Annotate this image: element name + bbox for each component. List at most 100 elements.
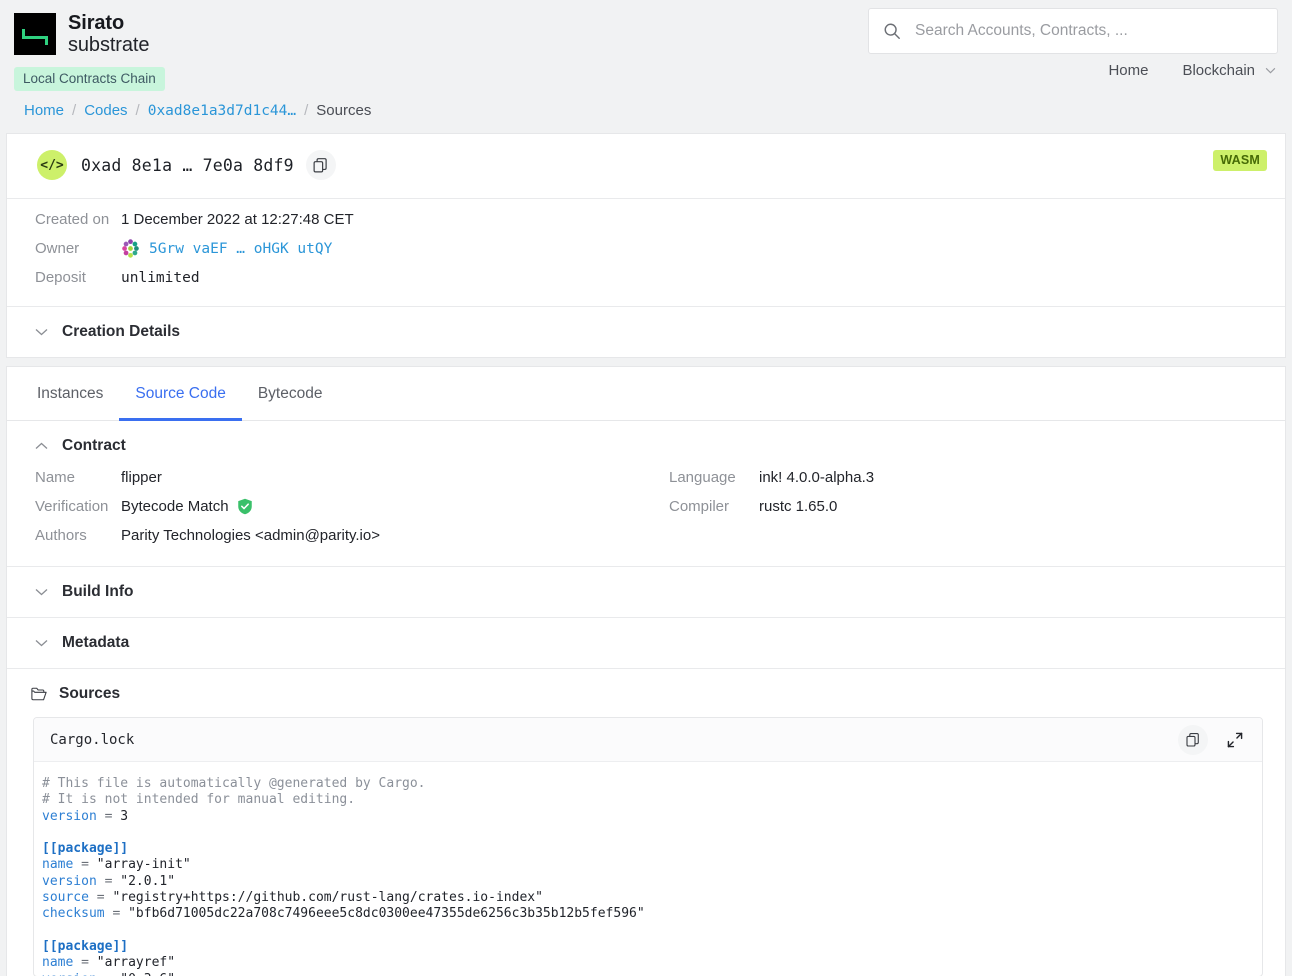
search-bar[interactable] <box>868 8 1278 54</box>
wasm-badge: WASM <box>1213 150 1267 171</box>
detail-row-owner: Owner 5Grw vaEF … oHGK utQY <box>35 234 1285 263</box>
source-code-content[interactable]: # This file is automatically @generated … <box>34 762 1262 976</box>
contract-info-left: Name flipper Verification Bytecode Match… <box>7 463 647 550</box>
breadcrumb-item-sources: Sources <box>316 102 372 119</box>
code-line: # It is not intended for manual editing. <box>42 792 356 808</box>
accordion-label: Contract <box>62 437 126 454</box>
detail-key: Owner <box>35 240 80 257</box>
brand-subtitle: substrate <box>68 34 150 57</box>
code-brackets-icon: </> <box>37 150 67 180</box>
contract-row-name: Name flipper <box>35 463 647 492</box>
code-header: </> 0xad 8e1a … 7e0a 8df9 WASM <box>7 134 1285 198</box>
contract-value-language: ink! 4.0.0-alpha.3 <box>759 469 875 486</box>
detail-row-created-on: Created on 1 December 2022 at 12:27:48 C… <box>35 205 1285 234</box>
breadcrumb-item-codes[interactable]: Codes <box>84 102 127 119</box>
breadcrumb-item-home[interactable]: Home <box>24 102 64 119</box>
source-file-name: Cargo.lock <box>50 731 135 748</box>
sirato-bracket-logo-icon <box>14 13 56 55</box>
contract-key: Verification <box>35 498 109 515</box>
code-line: version = "2.0.1" <box>42 873 176 889</box>
breadcrumb-separator: / <box>304 102 309 119</box>
chevron-up-icon <box>35 442 48 449</box>
copy-icon <box>1186 732 1199 747</box>
chain-chip[interactable]: Local Contracts Chain <box>14 66 165 91</box>
breadcrumb-item-code-hash[interactable]: 0xad8e1a3d7d1c44… <box>148 103 296 119</box>
polkadot-identicon <box>121 239 140 258</box>
chevron-down-icon <box>35 329 48 336</box>
code-line: # This file is automatically @generated … <box>42 776 426 791</box>
tab-bytecode[interactable]: Bytecode <box>242 367 339 421</box>
accordion-label: Metadata <box>62 634 130 651</box>
nav-item-home[interactable]: Home <box>1108 62 1148 79</box>
accordion-build-info[interactable]: Build Info <box>7 567 1285 617</box>
accordion-label: Build Info <box>62 583 134 600</box>
brand-name: Sirato <box>68 12 125 34</box>
contract-row-authors: Authors Parity Technologies <admin@parit… <box>35 521 647 550</box>
accordion-creation-details[interactable]: Creation Details <box>7 307 1285 357</box>
source-file-panel: Cargo.lock # This file is automatically … <box>33 717 1263 976</box>
code-summary-card: </> 0xad 8e1a … 7e0a 8df9 WASM Created o… <box>6 133 1286 358</box>
tab-instances[interactable]: Instances <box>21 367 119 421</box>
copy-icon <box>313 157 328 172</box>
breadcrumb: Home / Codes / 0xad8e1a3d7d1c44… / Sourc… <box>0 96 1292 133</box>
accordion-metadata[interactable]: Metadata <box>7 618 1285 668</box>
tab-bar: Instances Source Code Bytecode <box>7 367 1285 421</box>
breadcrumb-separator: / <box>72 102 77 119</box>
contract-key: Compiler <box>669 498 730 515</box>
contract-value-authors: Parity Technologies <admin@parity.io> <box>121 527 380 544</box>
code-line: [[package]] <box>42 938 129 954</box>
detail-key: Deposit <box>35 269 86 286</box>
code-line: [[package]] <box>42 841 129 857</box>
verification-text: Bytecode Match <box>121 498 229 515</box>
chevron-down-icon <box>1265 67 1276 74</box>
contract-info-grid: Name flipper Verification Bytecode Match… <box>7 463 1285 566</box>
search-icon <box>884 23 900 39</box>
top-navigation: Home Blockchain <box>1108 62 1276 79</box>
code-line: name = "array-init" <box>42 857 191 873</box>
code-line: version = 3 <box>42 808 129 824</box>
chevron-down-icon <box>35 640 48 647</box>
accordion-contract[interactable]: Contract <box>7 421 1285 463</box>
verified-shield-icon <box>237 498 252 515</box>
nav-item-blockchain-label: Blockchain <box>1182 62 1255 79</box>
contract-row-verification: Verification Bytecode Match <box>35 492 647 521</box>
source-file-header: Cargo.lock <box>34 718 1262 762</box>
detail-value-owner: 5Grw vaEF … oHGK utQY <box>121 239 332 258</box>
sources-section-header: Sources <box>7 669 1285 717</box>
accordion-label: Creation Details <box>62 323 181 340</box>
expand-source-button[interactable] <box>1220 725 1250 755</box>
contract-key: Name <box>35 469 76 486</box>
contract-value-verification: Bytecode Match <box>121 498 253 515</box>
detail-value-created-on: 1 December 2022 at 12:27:48 CET <box>121 211 354 228</box>
top-bar: Sirato substrate Local Contracts Chain H… <box>0 0 1292 96</box>
code-line: source = "registry+https://github.com/ru… <box>42 890 543 906</box>
contract-row-language: Language ink! 4.0.0-alpha.3 <box>669 463 1285 492</box>
contract-key: Language <box>669 469 736 486</box>
copy-hash-button[interactable] <box>305 150 336 180</box>
copy-source-button[interactable] <box>1178 724 1208 755</box>
nav-item-blockchain[interactable]: Blockchain <box>1182 62 1276 79</box>
detail-row-deposit: Deposit unlimited <box>35 263 1285 292</box>
code-details-list: Created on 1 December 2022 at 12:27:48 C… <box>7 199 1285 306</box>
detail-key: Created on <box>35 211 110 228</box>
chevron-down-icon <box>35 589 48 596</box>
code-line: name = "arrayref" <box>42 955 176 971</box>
source-card: Instances Source Code Bytecode Contract … <box>6 366 1286 976</box>
contract-key: Authors <box>35 527 87 544</box>
contract-value-compiler: rustc 1.65.0 <box>759 498 838 515</box>
app-root: Sirato substrate Local Contracts Chain H… <box>0 0 1292 976</box>
contract-row-compiler: Compiler rustc 1.65.0 <box>669 492 1285 521</box>
code-line: checksum = "bfb6d71005dc22a708c7496eee5c… <box>42 906 645 922</box>
contract-value-name: flipper <box>121 469 162 486</box>
search-input[interactable] <box>913 21 1263 41</box>
code-hash: 0xad 8e1a … 7e0a 8df9 <box>81 155 294 175</box>
tab-source-code[interactable]: Source Code <box>119 367 242 421</box>
folder-icon <box>31 687 47 701</box>
contract-info-right: Language ink! 4.0.0-alpha.3 Compiler rus… <box>647 463 1285 550</box>
code-line: version = "0.3.6" <box>42 972 1262 976</box>
owner-address-link[interactable]: 5Grw vaEF … oHGK utQY <box>149 241 332 257</box>
sources-label: Sources <box>59 685 121 702</box>
detail-value-deposit: unlimited <box>121 269 200 286</box>
